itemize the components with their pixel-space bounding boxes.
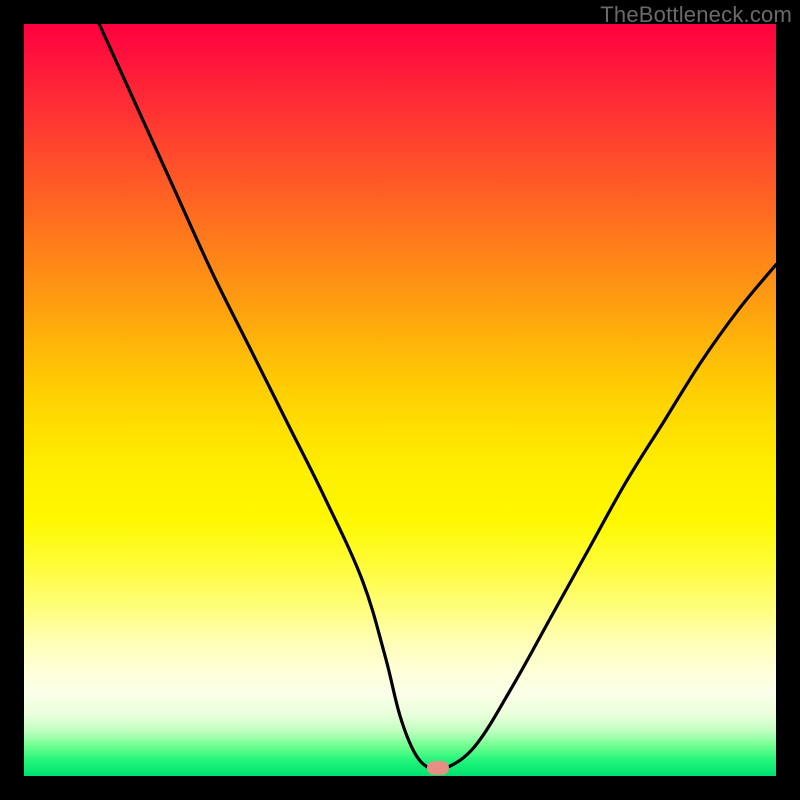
plot-area: [24, 24, 776, 776]
optimum-marker: [427, 761, 449, 775]
chart-frame: TheBottleneck.com: [0, 0, 800, 800]
bottleneck-curve: [24, 24, 776, 776]
watermark-text: TheBottleneck.com: [600, 2, 792, 28]
